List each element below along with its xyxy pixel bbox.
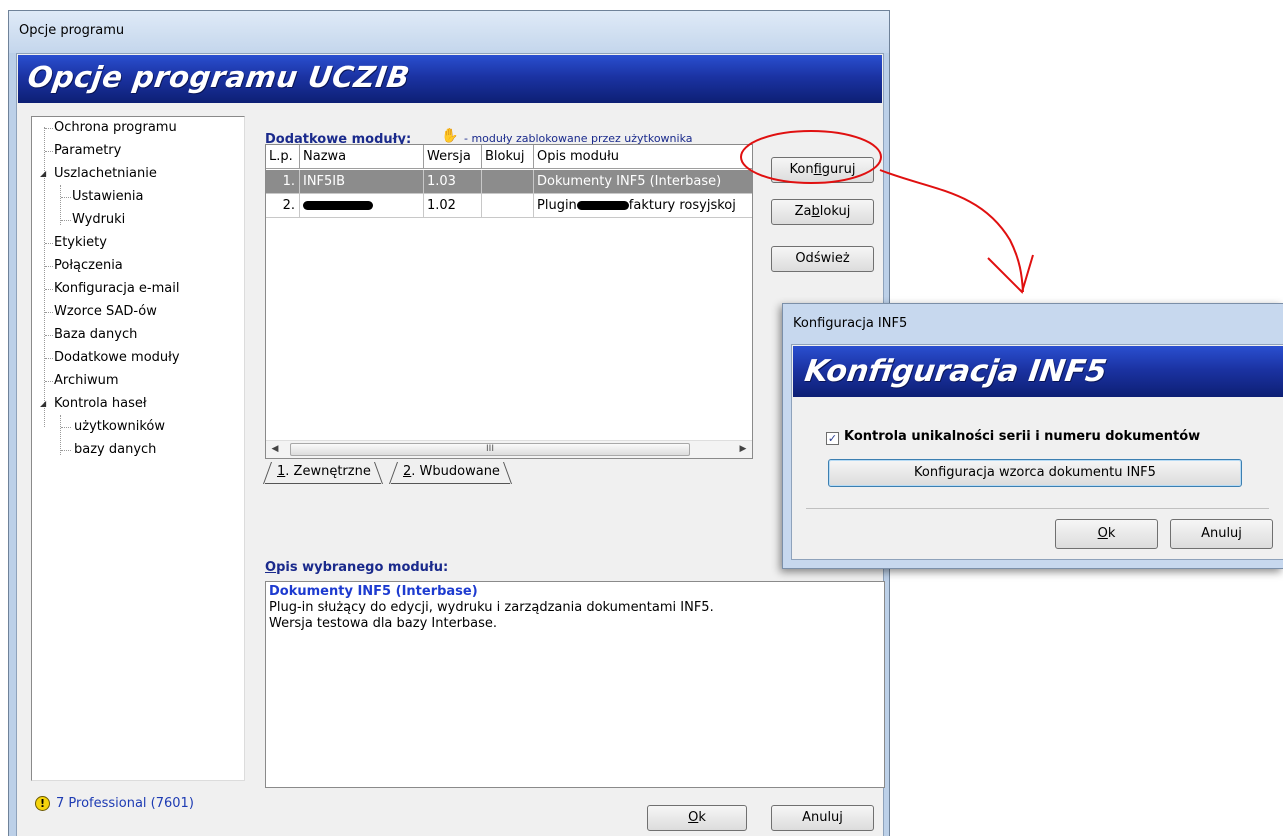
status-text: 7 Professional (7601) bbox=[56, 796, 194, 811]
scrollbar-thumb[interactable]: III bbox=[290, 443, 690, 456]
tree-connector bbox=[45, 289, 53, 290]
inf5-config-dialog: Konfiguracja INF5 Konfiguracja INF5 ✓ Kon… bbox=[782, 303, 1283, 569]
tree-connector bbox=[45, 243, 53, 244]
tree-connector bbox=[61, 427, 71, 428]
tree-item-uszlachetnianie[interactable]: Uszlachetnianie bbox=[54, 163, 157, 185]
tree-item-parametry[interactable]: Parametry bbox=[54, 140, 121, 162]
tab-builtin[interactable]: 2. Wbudowane bbox=[388, 462, 512, 484]
header-banner: Opcje programu UCZIB bbox=[18, 55, 882, 103]
uniqueness-checkbox[interactable]: ✓ Kontrola unikalności serii i numeru dok… bbox=[826, 429, 1200, 445]
tree-item-kontrola-hasel[interactable]: Kontrola haseł bbox=[54, 393, 147, 415]
col-header-block[interactable]: Blokuj bbox=[482, 145, 534, 169]
tree-item-baza[interactable]: Baza danych bbox=[54, 324, 137, 346]
cell-version: 1.02 bbox=[424, 194, 482, 218]
tree-connector bbox=[45, 381, 53, 382]
horizontal-scrollbar[interactable]: ◀ III ▶ bbox=[266, 440, 752, 458]
description-line: Plug-in służący do edycji, wydruku i zar… bbox=[269, 600, 714, 615]
tree-connector bbox=[61, 450, 71, 451]
tree-item-archiwum[interactable]: Archiwum bbox=[54, 370, 119, 392]
tree-connector bbox=[45, 128, 53, 129]
options-window: Opcje programu Opcje programu UCZIB Ochr… bbox=[8, 10, 890, 836]
module-description-box[interactable]: Dokumenty INF5 (Interbase) Plug-in służą… bbox=[265, 581, 885, 788]
cell-block[interactable] bbox=[482, 170, 534, 194]
grid-header: L.p. Nazwa Wersja Blokuj Opis modułu bbox=[266, 145, 752, 169]
tree-branch-line bbox=[60, 185, 61, 225]
expanded-arrow-icon[interactable]: ◢ bbox=[40, 169, 49, 178]
template-config-button[interactable]: Konfiguracja wzorca dokumentu INF5 bbox=[828, 459, 1242, 487]
options-tree: Ochrona programu Parametry ◢ Uszlachetni… bbox=[31, 116, 245, 781]
cell-version: 1.03 bbox=[424, 170, 482, 194]
cancel-button[interactable]: Anuluj bbox=[771, 805, 874, 831]
tree-item-sad[interactable]: Wzorce SAD-ów bbox=[54, 301, 157, 323]
dialog-banner-title: Konfiguracja INF5 bbox=[802, 354, 1109, 389]
table-row[interactable]: 2. 1.02 Plugin faktury rosyjskoj bbox=[266, 194, 752, 218]
redacted-mark bbox=[576, 201, 629, 210]
tree-connector bbox=[45, 151, 53, 152]
col-header-version[interactable]: Wersja bbox=[424, 145, 482, 169]
checkbox-checked-icon[interactable]: ✓ bbox=[826, 432, 839, 445]
scroll-left-icon[interactable]: ◀ bbox=[266, 441, 284, 458]
col-header-name[interactable]: Nazwa bbox=[300, 145, 424, 169]
tree-item-etykiety[interactable]: Etykiety bbox=[54, 232, 107, 254]
tree-item-uzytkownikow[interactable]: użytkowników bbox=[74, 416, 165, 438]
redacted-mark bbox=[303, 201, 373, 210]
banner-title: Opcje programu UCZIB bbox=[25, 60, 413, 94]
col-header-description[interactable]: Opis modułu bbox=[534, 145, 752, 169]
cell-description: Dokumenty INF5 (Interbase) bbox=[534, 170, 752, 194]
dialog-client-area: Konfiguracja INF5 ✓ Kontrola unikalności … bbox=[791, 344, 1283, 560]
status-bar: ! 7 Professional (7601) bbox=[35, 794, 194, 814]
cell-name bbox=[300, 194, 424, 218]
cell-name: INF5IB bbox=[300, 170, 424, 194]
tree-connector bbox=[61, 220, 71, 221]
warning-icon: ! bbox=[35, 796, 50, 811]
tree-connector bbox=[45, 312, 53, 313]
dialog-separator bbox=[806, 508, 1269, 509]
cell-block[interactable] bbox=[482, 194, 534, 218]
scroll-right-icon[interactable]: ▶ bbox=[734, 441, 752, 458]
configure-button[interactable]: Konfiguruj bbox=[771, 157, 874, 183]
tree-item-email[interactable]: Konfiguracja e-mail bbox=[54, 278, 179, 300]
modules-grid[interactable]: L.p. Nazwa Wersja Blokuj Opis modułu 1. … bbox=[265, 144, 753, 459]
window-titlebar[interactable]: Opcje programu bbox=[9, 11, 889, 53]
refresh-button[interactable]: Odśwież bbox=[771, 246, 874, 272]
description-line: Wersja testowa dla bazy Interbase. bbox=[269, 616, 498, 631]
window-title: Opcje programu bbox=[19, 23, 125, 38]
tree-connector bbox=[45, 266, 53, 267]
pointer-arrow bbox=[879, 169, 1024, 293]
tree-branch-line bbox=[60, 415, 61, 455]
ok-button[interactable]: Ok bbox=[647, 805, 747, 831]
description-title: Dokumenty INF5 (Interbase) bbox=[269, 584, 478, 599]
dialog-ok-button[interactable]: Ok bbox=[1055, 519, 1158, 549]
window-client-area: Opcje programu UCZIB Ochrona programu Pa… bbox=[16, 53, 885, 836]
block-button[interactable]: Zablokuj bbox=[771, 199, 874, 225]
dialog-title: Konfiguracja INF5 bbox=[793, 316, 908, 331]
dialog-cancel-button[interactable]: Anuluj bbox=[1170, 519, 1273, 549]
tree-item-ochrona[interactable]: Ochrona programu bbox=[54, 117, 177, 139]
expanded-arrow-icon[interactable]: ◢ bbox=[40, 399, 49, 408]
tree-item-moduly[interactable]: Dodatkowe moduły bbox=[54, 347, 180, 369]
hand-lock-icon: ✋ bbox=[441, 128, 459, 144]
tree-item-polaczenia[interactable]: Połączenia bbox=[54, 255, 123, 277]
col-header-lp[interactable]: L.p. bbox=[266, 145, 300, 169]
cell-description: Plugin faktury rosyjskoj bbox=[534, 194, 752, 218]
pointer-arrowhead bbox=[987, 254, 1034, 294]
table-row[interactable]: 1. INF5IB 1.03 Dokumenty INF5 (Interbase… bbox=[266, 170, 752, 194]
tree-connector bbox=[61, 197, 71, 198]
description-label: Opis wybranego modułu: bbox=[265, 560, 449, 575]
tree-item-bazy-danych[interactable]: bazy danych bbox=[74, 439, 156, 461]
tree-connector bbox=[45, 358, 53, 359]
dialog-banner: Konfiguracja INF5 bbox=[793, 346, 1283, 397]
tree-connector bbox=[45, 335, 53, 336]
cell-lp: 2. bbox=[266, 194, 300, 218]
tab-external[interactable]: 1. Zewnętrzne bbox=[262, 462, 383, 484]
checkbox-label: Kontrola unikalności serii i numeru doku… bbox=[844, 429, 1201, 444]
tree-item-wydruki[interactable]: Wydruki bbox=[72, 209, 125, 231]
tree-item-ustawienia[interactable]: Ustawienia bbox=[72, 186, 143, 208]
cell-lp: 1. bbox=[266, 170, 300, 194]
